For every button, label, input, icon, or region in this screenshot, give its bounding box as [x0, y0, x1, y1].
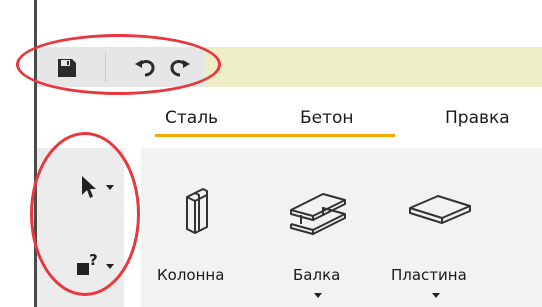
pointer-arrow-icon — [82, 176, 96, 198]
inquiry-tool-button[interactable]: ? — [52, 248, 124, 282]
quick-access-toolbar-strip — [205, 47, 542, 87]
plate-tool-button[interactable] — [402, 185, 478, 235]
save-button[interactable] — [52, 55, 82, 81]
chevron-down-icon — [106, 185, 114, 190]
undo-button[interactable] — [132, 54, 160, 82]
chevron-down-icon[interactable] — [432, 293, 440, 298]
toolbar-separator — [105, 52, 106, 82]
column-icon — [186, 188, 208, 234]
save-icon — [58, 59, 76, 77]
chevron-down-icon[interactable] — [314, 293, 322, 298]
svg-text:?: ? — [89, 251, 98, 269]
select-tool-button[interactable] — [56, 170, 122, 204]
plate-tool-label: Пластина — [391, 266, 467, 284]
redo-button[interactable] — [165, 54, 193, 82]
column-tool-label: Колонна — [157, 266, 225, 284]
plate-icon — [409, 195, 471, 224]
beam-icon — [290, 193, 346, 235]
tab-steel[interactable]: Сталь — [165, 108, 218, 128]
redo-icon — [170, 60, 190, 77]
beam-tool-label: Балка — [293, 266, 341, 284]
chevron-down-icon — [106, 264, 114, 269]
tab-edit[interactable]: Правка — [445, 108, 510, 128]
undo-icon — [135, 60, 155, 77]
tab-concrete[interactable]: Бетон — [300, 108, 354, 128]
active-tab-underline — [155, 134, 395, 137]
query-help-icon: ? — [77, 251, 98, 275]
column-tool-button[interactable] — [172, 180, 222, 240]
beam-tool-button[interactable] — [283, 180, 353, 240]
